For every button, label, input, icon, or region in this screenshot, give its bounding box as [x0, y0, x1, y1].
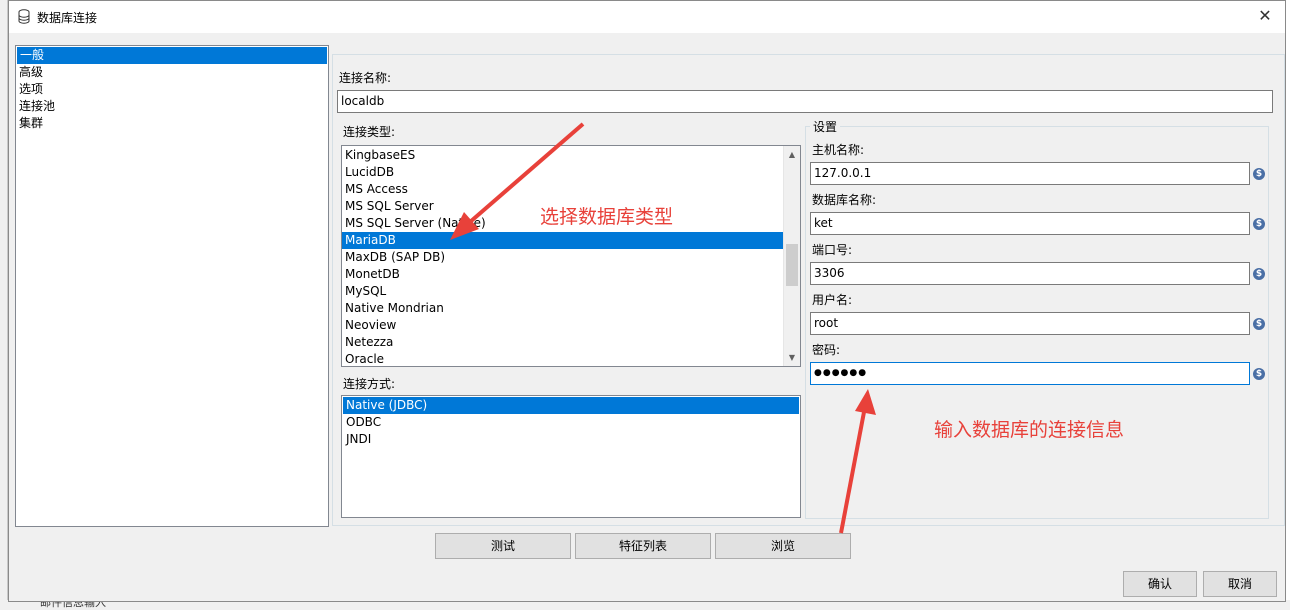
connection-name-label: 连接名称:	[339, 71, 392, 85]
scroll-down-icon[interactable]: ▼	[784, 349, 800, 366]
cancel-button[interactable]: 取消	[1203, 571, 1277, 597]
background-window-edge	[0, 0, 8, 610]
access-method-list[interactable]: Native (JDBC) ODBC JNDI	[341, 395, 801, 518]
username-label: 用户名:	[812, 293, 853, 307]
scroll-thumb[interactable]	[786, 244, 798, 286]
database-name-input[interactable]: ket	[810, 212, 1250, 235]
nav-item[interactable]: 选项	[16, 81, 328, 98]
connection-type-item[interactable]: MS Access	[342, 181, 783, 198]
access-method-item[interactable]: JNDI	[343, 431, 799, 448]
scroll-up-icon[interactable]: ▲	[784, 146, 800, 163]
connection-type-item[interactable]: Oracle	[342, 351, 783, 366]
database-icon	[18, 9, 30, 24]
feature-list-button[interactable]: 特征列表	[575, 533, 711, 559]
access-method-item[interactable]: Native (JDBC)	[343, 397, 799, 414]
database-connection-dialog: 数据库连接 ✕ 一般 高级 选项 连接池 集群 连接名称: localdb 连接类型: …	[8, 0, 1286, 602]
connection-type-item[interactable]: Neoview	[342, 317, 783, 334]
close-button[interactable]: ✕	[1245, 1, 1285, 33]
variable-icon[interactable]: $	[1253, 218, 1265, 230]
access-method-label: 连接方式:	[343, 377, 396, 391]
ok-button[interactable]: 确认	[1123, 571, 1197, 597]
window-title: 数据库连接	[37, 11, 98, 25]
host-input[interactable]: 127.0.0.1	[810, 162, 1250, 185]
host-label: 主机名称:	[812, 143, 865, 157]
connection-type-item[interactable]: MariaDB	[342, 232, 783, 249]
password-input[interactable]: ●●●●●●	[810, 362, 1250, 385]
password-label: 密码:	[812, 343, 841, 357]
close-icon: ✕	[1258, 6, 1272, 25]
nav-item[interactable]: 高级	[16, 64, 328, 81]
connection-type-item[interactable]: MonetDB	[342, 266, 783, 283]
port-label: 端口号:	[812, 243, 853, 257]
connection-name-input[interactable]: localdb	[337, 90, 1273, 113]
variable-icon[interactable]: $	[1253, 168, 1265, 180]
connection-type-item[interactable]: MaxDB (SAP DB)	[342, 249, 783, 266]
nav-item[interactable]: 集群	[16, 115, 328, 132]
annotation-select-type: 选择数据库类型	[540, 206, 674, 228]
connection-type-item[interactable]: LucidDB	[342, 164, 783, 181]
database-name-label: 数据库名称:	[812, 193, 877, 207]
nav-tree[interactable]: 一般 高级 选项 连接池 集群	[15, 45, 329, 527]
connection-type-item[interactable]: Native Mondrian	[342, 300, 783, 317]
connection-type-item[interactable]: MySQL	[342, 283, 783, 300]
test-button[interactable]: 测试	[435, 533, 571, 559]
variable-icon[interactable]: $	[1253, 268, 1265, 280]
connection-type-scrollbar[interactable]: ▲ ▼	[783, 146, 800, 366]
general-panel: 连接名称: localdb 连接类型: KingbaseES LucidDB MS …	[332, 54, 1285, 526]
settings-title: 设置	[810, 118, 841, 135]
variable-icon[interactable]: $	[1253, 368, 1265, 380]
browse-button[interactable]: 浏览	[715, 533, 851, 559]
access-method-items: Native (JDBC) ODBC JNDI	[342, 396, 800, 449]
nav-item[interactable]: 一般	[17, 47, 327, 64]
variable-icon[interactable]: $	[1253, 318, 1265, 330]
username-input[interactable]: root	[810, 312, 1250, 335]
connection-type-label: 连接类型:	[343, 125, 396, 139]
connection-type-items: KingbaseES LucidDB MS Access MS SQL Server M…	[342, 146, 783, 366]
nav-item[interactable]: 连接池	[16, 98, 328, 115]
connection-type-item[interactable]: KingbaseES	[342, 147, 783, 164]
port-input[interactable]: 3306	[810, 262, 1250, 285]
title-bar: 数据库连接 ✕	[9, 1, 1285, 33]
annotation-enter-info: 输入数据库的连接信息	[934, 419, 1125, 441]
connection-type-item[interactable]: Netezza	[342, 334, 783, 351]
connection-type-list[interactable]: KingbaseES LucidDB MS Access MS SQL Server M…	[341, 145, 801, 367]
access-method-item[interactable]: ODBC	[343, 414, 799, 431]
